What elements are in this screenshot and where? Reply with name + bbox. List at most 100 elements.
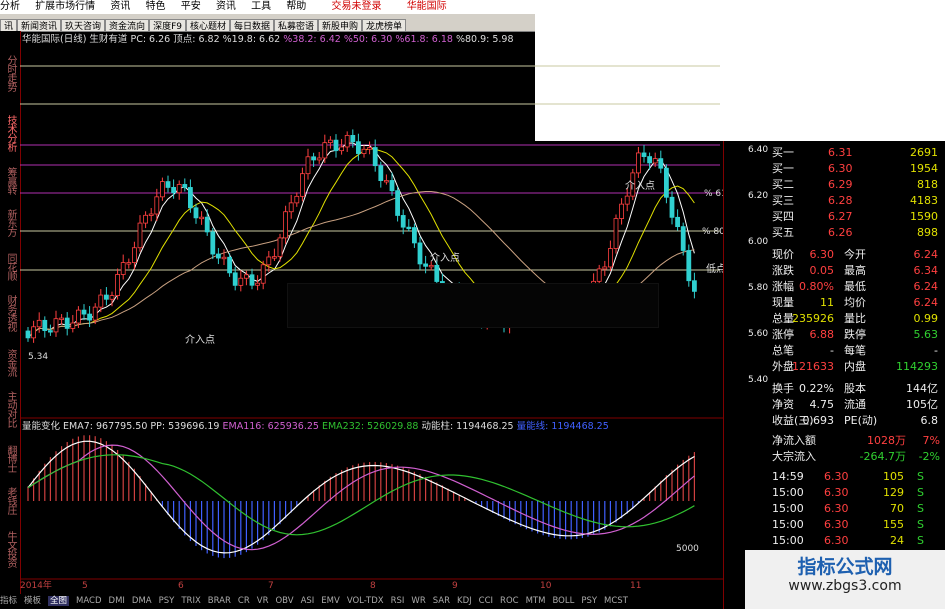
candle-body [238,277,244,286]
nav-technical[interactable]: 技术分析 [4,115,16,151]
pct80-label: % 80 [702,227,723,237]
nav-active-compare[interactable]: 主动对比 [4,391,16,427]
tick-volume: 155 [883,518,904,531]
indicator-tab[interactable]: DMI [109,596,125,606]
date-label: 6 [178,581,184,591]
menu-item-ext-market[interactable]: 扩展市场行情 [35,1,95,12]
menu-item-info[interactable]: 资讯 [216,1,236,12]
bid-volume: 1954 [910,162,938,175]
indicator-tab[interactable]: PSY [581,596,597,606]
candle-body [389,180,395,192]
candle-body [92,306,98,321]
bid-row: 买四 6.27 1590 [724,209,945,225]
tick-row: 15:00 6.30 70 S [724,501,945,517]
nav-chouying[interactable]: 筹赢转 [4,167,16,194]
menu-item-news[interactable]: 资讯 [110,1,130,12]
nav-dr-fan[interactable]: 翻博士 [4,445,16,472]
nav-niuwen[interactable]: 牛文投资 [4,531,16,567]
flow-value: 1028万 [867,434,906,447]
watermark-title: 指标公式网 [797,556,893,578]
indicator-tab[interactable]: TRIX [181,596,200,606]
menu-bar: 分析 扩展市场行情 资讯 特色 平安 资讯 工具 帮助 交易未登录 华能国际 [0,0,535,14]
indicator-tab[interactable]: DMA [132,596,152,606]
entry-point-label-2: 介入点 [430,252,460,264]
date-label: 11 [630,581,642,591]
menu-item-help[interactable]: 帮助 [286,1,306,12]
indicator-tab[interactable]: MCST [604,596,628,606]
stat-label: 涨停 [772,328,794,341]
stat-row: 外盘 121633 内盘 114293 [724,359,945,375]
fund-label: 股本 [844,382,866,395]
indicator-tab[interactable]: CCI [479,596,493,606]
indicator-tab[interactable]: BOLL [552,596,574,606]
indicator-tab[interactable]: 指标 [0,596,17,606]
menu-item-tools[interactable]: 工具 [251,1,271,12]
flow-label: 净流入额 [772,434,816,447]
tick-time: 14:59 [772,470,804,483]
flow-pct: -2% [918,450,940,463]
candle-body [288,202,294,213]
nav-fund-flow[interactable]: 资金流 [4,349,16,376]
tick-price: 6.30 [824,518,849,531]
candle-body [333,139,339,152]
menu-item-pingan[interactable]: 平安 [181,1,201,12]
bid-label: 买三 [772,194,794,207]
indicator-tab-bar: 指标 模板 全图 MACD DMI DMA PSY TRIX BRAR CR VR OBV ASI EMV… [0,594,720,609]
nav-old-bank[interactable]: 老钱庄 [4,487,16,514]
candle-body [355,141,361,154]
stat-value: 5.63 [913,328,939,341]
watermark-url: www.zbgs3.com [788,578,902,594]
indicator-tab[interactable]: 全图 [48,596,70,606]
flow-row: 净流入额 1028万 7% [724,433,945,449]
nav-financial[interactable]: 财务透视 [4,295,16,331]
menu-item-analysis[interactable]: 分析 [0,1,20,12]
tick-time: 15:00 [772,502,804,515]
candle-body [367,147,373,150]
candle-body [31,326,37,339]
nav-intraday[interactable]: 分时走势 [4,55,16,91]
nav-xindongfang[interactable]: 新东方 [4,209,16,236]
indicator-tab[interactable]: MACD [76,596,101,606]
candle-body [652,158,658,164]
indicator-tab[interactable]: OBV [275,596,293,606]
price-axis-label: 5.40 [748,375,769,385]
fund-value: 4.75 [809,398,835,411]
indicator-tab[interactable]: RSI [391,596,405,606]
candle-body [322,142,328,159]
bid-label: 买二 [772,178,794,191]
bid-label: 买四 [772,210,794,223]
indicator-tab[interactable]: EMV [321,596,340,606]
candle-body [692,280,697,292]
candle-body [423,263,429,267]
candle-body [406,226,412,230]
stat-value: - [934,344,938,357]
pc-value: PC: 6.26 [130,34,171,45]
tick-price: 6.30 [824,470,849,483]
candle-body [255,282,261,286]
flow-value: -264.7万 [859,450,906,463]
tick-side: S [917,534,924,547]
candle-body [327,139,333,144]
trade-login-status[interactable]: 交易未登录 [332,1,382,12]
indicator-tab[interactable]: PSY [159,596,175,606]
indicator-tab[interactable]: BRAR [208,596,231,606]
indicator-tab[interactable]: VR [257,596,269,606]
stat-label: 最低 [844,280,866,293]
candle-body [215,253,221,259]
indicator-tab[interactable]: VOL-TDX [347,596,384,606]
indicator-tab[interactable]: MTM [526,596,546,606]
candle-body [36,319,42,328]
indicator-tab[interactable]: ROC [500,596,519,606]
indicator-tab[interactable]: KDJ [457,596,472,606]
candle-body [232,272,238,286]
fund-row: 收益(三) 0.693 PE(动) 6.8 [724,413,945,429]
indicator-tab[interactable]: WR [411,596,425,606]
indicator-tab[interactable]: ASI [301,596,315,606]
candle-body [411,227,417,244]
stat-label: 每笔 [844,344,866,357]
nav-tonghuashun[interactable]: 同花顺 [4,253,16,280]
indicator-tab[interactable]: 模板 [24,596,41,606]
menu-item-features[interactable]: 特色 [146,1,166,12]
indicator-tab[interactable]: CR [238,596,250,606]
indicator-tab[interactable]: SAR [433,596,450,606]
